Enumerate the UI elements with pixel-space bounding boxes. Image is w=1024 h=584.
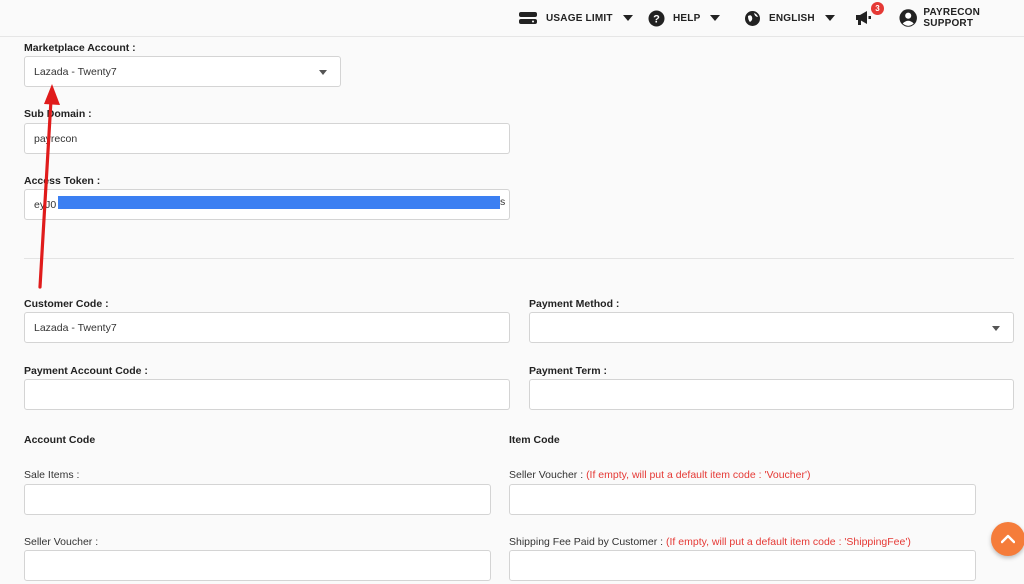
item-code-heading: Item Code	[509, 434, 560, 446]
seller-voucher-item-hint: (If empty, will put a default item code …	[586, 469, 811, 481]
marketplace-account-label: Marketplace Account :	[24, 42, 136, 54]
top-bar: USAGE LIMIT ? HELP ENGLISH 3 PAYRECON SU…	[0, 0, 1024, 37]
payment-term-label: Payment Term :	[529, 365, 607, 377]
sale-items-label: Sale Items :	[24, 469, 80, 481]
customer-code-input[interactable]: Lazada - Twenty7	[24, 312, 510, 343]
notification-badge: 3	[871, 2, 884, 15]
chevron-up-icon	[1001, 534, 1015, 544]
access-token-label: Access Token :	[24, 175, 101, 187]
access-token-selection-highlight	[58, 196, 500, 209]
sub-domain-input[interactable]: payrecon	[24, 123, 510, 154]
marketplace-account-select[interactable]: Lazada - Twenty7	[24, 56, 341, 87]
globe-icon	[745, 10, 760, 26]
dropdown-caret-icon	[992, 326, 1000, 331]
payment-method-select[interactable]	[529, 312, 1014, 343]
account-circle-icon	[899, 9, 917, 27]
account-code-heading: Account Code	[24, 434, 96, 446]
payment-method-label: Payment Method :	[529, 298, 620, 310]
chevron-down-icon	[710, 15, 721, 21]
section-divider	[24, 258, 1014, 259]
language-label: ENGLISH	[769, 12, 815, 24]
database-icon	[519, 12, 537, 24]
seller-voucher-item-input[interactable]	[509, 484, 976, 515]
chevron-down-icon	[824, 15, 835, 21]
customer-code-label: Customer Code :	[24, 298, 109, 310]
usage-limit-label: USAGE LIMIT	[546, 12, 613, 24]
seller-voucher-item-label: Seller Voucher :	[509, 469, 584, 481]
seller-voucher-account-label: Seller Voucher :	[24, 536, 99, 548]
usage-limit-menu[interactable]: USAGE LIMIT	[518, 8, 633, 28]
sale-items-input[interactable]	[24, 484, 491, 515]
scroll-to-top-button[interactable]	[991, 522, 1024, 556]
shipping-fee-hint: (If empty, will put a default item code …	[666, 536, 911, 548]
payment-account-code-input[interactable]	[24, 379, 510, 410]
sub-domain-value: payrecon	[34, 132, 78, 145]
help-menu[interactable]: ? HELP	[648, 8, 721, 28]
help-label: HELP	[673, 12, 701, 24]
sub-domain-label: Sub Domain :	[24, 108, 92, 120]
payment-account-code-label: Payment Account Code :	[24, 365, 148, 377]
user-name: PAYRECON SUPPORT	[923, 7, 981, 29]
language-menu[interactable]: ENGLISH	[744, 8, 835, 28]
shipping-fee-label: Shipping Fee Paid by Customer :	[509, 536, 664, 548]
marketplace-account-value: Lazada - Twenty7	[34, 65, 117, 78]
chevron-down-icon	[622, 15, 633, 21]
shipping-fee-input[interactable]	[509, 550, 976, 581]
user-menu[interactable]: PAYRECON SUPPORT	[899, 7, 1024, 29]
payment-term-input[interactable]	[529, 379, 1014, 410]
access-token-tail: s	[500, 196, 506, 208]
access-token-value: eyJ0	[34, 198, 57, 211]
dropdown-caret-icon	[319, 70, 327, 75]
shipping-fee-label-row: Shipping Fee Paid by Customer : (If empt…	[509, 536, 911, 548]
seller-voucher-item-label-row: Seller Voucher : (If empty, will put a d…	[509, 469, 810, 481]
customer-code-value: Lazada - Twenty7	[34, 321, 117, 334]
seller-voucher-account-input[interactable]	[24, 550, 491, 581]
svg-text:?: ?	[653, 13, 660, 25]
help-circle-icon: ?	[648, 10, 665, 26]
